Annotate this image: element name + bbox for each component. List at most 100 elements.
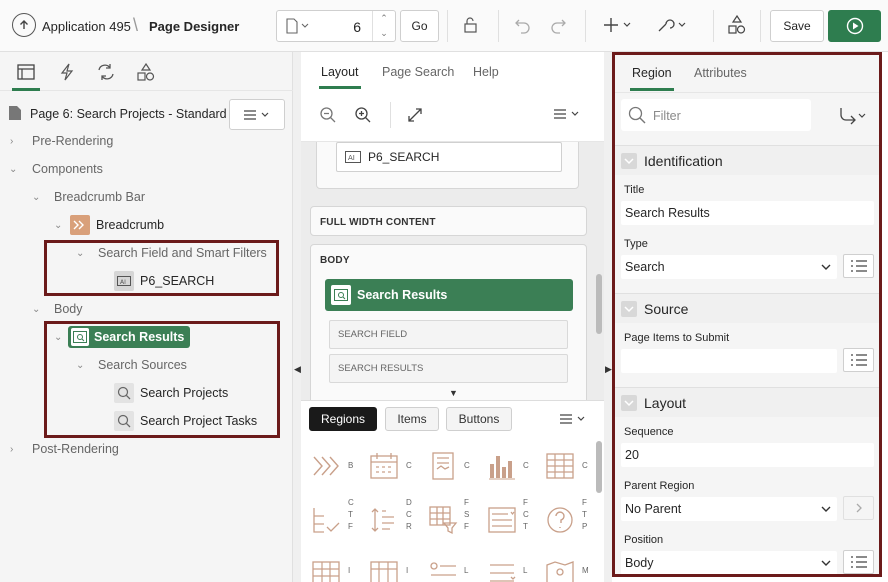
tree-node-p6-search[interactable]: AI P6_SEARCH	[114, 270, 214, 292]
rendering-tab-icon[interactable]	[12, 61, 40, 91]
section-source[interactable]: Source	[615, 293, 879, 323]
page-number-value[interactable]: 6	[353, 19, 361, 35]
map-gallery-icon[interactable]	[545, 559, 575, 582]
search-results-slot[interactable]: SEARCH RESULTS	[329, 354, 568, 383]
collapse-right-icon[interactable]: ▶	[605, 364, 612, 375]
calendar-gallery-icon[interactable]	[369, 451, 399, 481]
zoom-out-icon[interactable]	[319, 106, 337, 124]
tree-node-breadcrumb[interactable]: Breadcrumb	[70, 214, 164, 236]
run-button[interactable]	[828, 10, 881, 42]
go-to-group-icon[interactable]	[837, 107, 869, 125]
tree-node-search-field[interactable]: Search Field and Smart Filters	[98, 242, 267, 264]
interactive-report-gallery-icon[interactable]	[369, 559, 399, 582]
gallery-menu-icon[interactable]	[558, 413, 588, 425]
dynamic-actions-tab-icon[interactable]	[56, 61, 78, 83]
chevron-down-icon[interactable]: ⌄	[9, 164, 17, 175]
chevron-down-icon[interactable]: ⌄	[373, 26, 395, 41]
selected-node-pill[interactable]: Search Results	[68, 326, 191, 348]
chevron-down-icon[interactable]: ⌄	[76, 248, 84, 259]
tree-node-search-projects[interactable]: Search Projects	[114, 382, 228, 404]
app-name-link[interactable]: Application 495	[42, 19, 131, 34]
chevron-down-icon[interactable]: ⌄	[54, 332, 62, 343]
tree-node-post-rendering[interactable]: Post-Rendering	[32, 438, 119, 460]
full-width-content-slot[interactable]: FULL WIDTH CONTENT	[310, 206, 587, 236]
breadcrumb-gallery-icon[interactable]	[311, 451, 341, 481]
gallery-tab-buttons[interactable]: Buttons	[446, 407, 512, 431]
gallery-scrollbar[interactable]	[596, 441, 602, 493]
tree-node-pre-rendering[interactable]: Pre-Rendering	[32, 130, 113, 152]
chevron-down-icon[interactable]: ⌄	[76, 360, 84, 371]
shared-components-icon[interactable]	[728, 15, 746, 35]
save-button[interactable]: Save	[770, 10, 824, 42]
tab-page-search[interactable]: Page Search	[382, 65, 454, 79]
form-gallery-icon[interactable]	[487, 505, 517, 535]
parent-region-go-button[interactable]	[843, 496, 874, 520]
chevron-down-icon[interactable]: ⌄	[32, 192, 40, 203]
body-slot[interactable]: BODY Search Results SEARCH FIELD SEARCH …	[310, 244, 587, 400]
type-select[interactable]: Search	[621, 255, 837, 279]
interactive-grid-gallery-icon[interactable]	[311, 559, 341, 582]
cards-gallery-icon[interactable]	[428, 451, 458, 481]
redo-icon[interactable]	[549, 16, 567, 34]
tab-attributes[interactable]: Attributes	[694, 66, 747, 80]
collapse-left-icon[interactable]: ◀	[294, 364, 301, 375]
sequence-field[interactable]: 20	[621, 443, 874, 467]
app-home-icon[interactable]	[12, 13, 36, 37]
page-items-field[interactable]	[621, 349, 837, 373]
section-identification[interactable]: Identification	[615, 145, 879, 175]
chevron-down-icon[interactable]: ⌄	[32, 304, 40, 315]
search-field-slot[interactable]: SEARCH FIELD	[329, 320, 568, 349]
tree-node-components[interactable]: Components	[32, 158, 103, 180]
collapse-section-icon[interactable]	[621, 301, 637, 317]
tree-node-search-sources[interactable]: Search Sources	[98, 354, 187, 376]
help-text-gallery-icon[interactable]	[545, 505, 575, 535]
canvas-scrollbar[interactable]	[596, 274, 602, 334]
shared-components-tab-icon[interactable]	[135, 61, 157, 83]
canvas-region-search-results[interactable]: Search Results	[325, 279, 573, 311]
canvas-item-p6-search[interactable]: AI P6_SEARCH	[336, 142, 562, 172]
faceted-search-gallery-icon[interactable]	[428, 505, 458, 535]
gallery-tab-regions[interactable]: Regions	[309, 407, 377, 431]
filter-input[interactable]: Filter	[621, 99, 811, 131]
go-button[interactable]: Go	[400, 10, 439, 42]
chevron-down-icon[interactable]: ⌄	[54, 220, 62, 231]
section-layout[interactable]: Layout	[615, 387, 879, 417]
page-number-stepper[interactable]: ⌃ ⌄	[372, 11, 395, 41]
tree-node-search-results[interactable]: Search Results	[68, 326, 191, 348]
classic-report-gallery-icon[interactable]	[545, 451, 575, 481]
tree-menu-button[interactable]	[229, 99, 285, 130]
create-menu-icon[interactable]	[604, 17, 634, 33]
zoom-in-icon[interactable]	[354, 106, 372, 124]
layout-menu-icon[interactable]	[552, 108, 582, 120]
left-splitter[interactable]: ◀	[293, 52, 301, 582]
processing-tab-icon[interactable]	[95, 61, 117, 83]
splitter-down-icon[interactable]: ▼	[449, 388, 458, 398]
tab-help[interactable]: Help	[473, 65, 499, 79]
position-list-button[interactable]	[843, 550, 874, 574]
right-splitter[interactable]: ▶	[604, 52, 612, 582]
type-list-button[interactable]	[843, 254, 874, 278]
tree-node-search-project-tasks[interactable]: Search Project Tasks	[114, 410, 257, 432]
undo-icon[interactable]	[514, 16, 532, 34]
list-gallery-icon[interactable]	[487, 559, 517, 582]
position-select[interactable]: Body	[621, 551, 837, 574]
tab-region[interactable]: Region	[630, 66, 674, 91]
chevron-right-icon[interactable]: ›	[10, 444, 13, 455]
lock-icon[interactable]	[462, 16, 480, 34]
tree-node-body[interactable]: Body	[54, 298, 83, 320]
collapse-section-icon[interactable]	[621, 395, 637, 411]
chart-gallery-icon[interactable]	[487, 451, 517, 481]
utilities-wrench-icon[interactable]	[657, 16, 689, 34]
tab-layout[interactable]: Layout	[319, 65, 361, 89]
chevron-up-icon[interactable]: ⌃	[373, 11, 395, 26]
page-items-list-button[interactable]	[843, 348, 874, 372]
chevron-right-icon[interactable]: ›	[10, 136, 13, 147]
expand-icon[interactable]	[407, 107, 423, 123]
tree-node-breadcrumb-bar[interactable]: Breadcrumb Bar	[54, 186, 145, 208]
gallery-tab-items[interactable]: Items	[385, 407, 439, 431]
title-field[interactable]: Search Results	[621, 201, 874, 225]
list-view-gallery-icon[interactable]	[428, 559, 458, 582]
page-number-field[interactable]: 6 ⌃ ⌄	[276, 10, 396, 42]
dynamic-content-gallery-icon[interactable]	[369, 505, 399, 535]
collapse-section-icon[interactable]	[621, 153, 637, 169]
